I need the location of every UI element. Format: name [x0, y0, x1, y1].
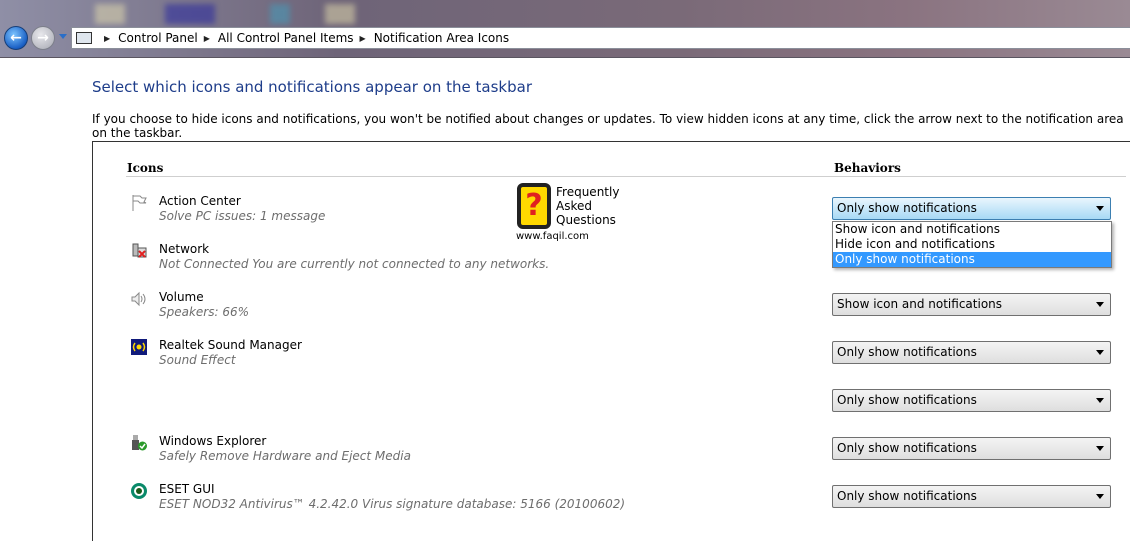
blurred-desktop [95, 4, 125, 24]
item-name: Windows Explorer [159, 434, 267, 448]
forward-button[interactable]: → [31, 26, 55, 50]
item-name: ESET GUI [159, 482, 215, 496]
watermark-text: Frequently Asked Questions [556, 185, 620, 227]
blurred-desktop [325, 4, 355, 24]
behavior-select-windows-explorer[interactable]: Only show notifications [832, 437, 1111, 460]
chevron-right-icon[interactable]: ▶ [204, 34, 210, 43]
arrow-left-icon: ← [10, 30, 22, 46]
header-divider [126, 176, 1126, 177]
breadcrumb-notification-icons[interactable]: Notification Area Icons [374, 31, 509, 45]
option-only-notifications[interactable]: Only show notifications [833, 252, 1111, 267]
watermark-url: www.faqil.com [516, 231, 589, 242]
item-description: ESET NOD32 Antivirus™ 4.2.42.0 Virus sig… [159, 497, 626, 511]
item-name: Action Center [159, 194, 241, 208]
breadcrumb-control-panel[interactable]: Control Panel [118, 31, 198, 45]
flag-icon [132, 195, 147, 211]
address-bar[interactable]: ▶ Control Panel ▶ All Control Panel Item… [71, 27, 1130, 49]
item-name: Network [159, 242, 210, 256]
faq-watermark-logo: ? Frequently Asked Questions www.faqil.c… [516, 183, 620, 243]
item-description: Safely Remove Hardware and Eject Media [159, 449, 411, 463]
usb-safe-remove-icon [132, 435, 147, 451]
computer-icon [76, 32, 92, 44]
blurred-desktop [270, 4, 290, 24]
item-name: Realtek Sound Manager [159, 338, 302, 352]
option-hide-icon[interactable]: Hide icon and notifications [833, 237, 1111, 252]
item-description: Speakers: 66% [159, 305, 250, 319]
page-title: Select which icons and notifications app… [92, 78, 532, 96]
breadcrumb-all-items[interactable]: All Control Panel Items [218, 31, 354, 45]
option-show-icon[interactable]: Show icon and notifications [833, 222, 1111, 237]
item-name: Volume [159, 290, 204, 304]
network-disconnected-icon [132, 243, 147, 258]
behavior-select-action-center[interactable]: Only show notifications [832, 197, 1111, 220]
realtek-icon [131, 339, 147, 355]
chevron-right-icon[interactable]: ▶ [360, 34, 366, 43]
eset-icon [131, 483, 147, 499]
behavior-select-realtek[interactable]: Only show notifications [832, 341, 1111, 364]
blurred-desktop [165, 4, 215, 24]
speaker-icon [131, 291, 146, 307]
item-description: Sound Effect [159, 353, 236, 367]
item-description: Not Connected You are currently not conn… [159, 257, 550, 271]
page-description: If you choose to hide icons and notifica… [92, 112, 1124, 140]
behavior-dropdown-list: Show icon and notifications Hide icon an… [832, 221, 1112, 268]
item-description: Solve PC issues: 1 message [159, 209, 326, 223]
behavior-select-eset[interactable]: Only show notifications [832, 485, 1111, 508]
behavior-select-volume[interactable]: Show icon and notifications [832, 293, 1111, 316]
window-titlebar: ← → ▶ Control Panel ▶ All Control Panel … [0, 0, 1130, 58]
chevron-right-icon[interactable]: ▶ [104, 34, 110, 43]
back-button[interactable]: ← [4, 26, 28, 50]
behavior-select-unnamed[interactable]: Only show notifications [832, 389, 1111, 412]
question-mark-icon: ? [517, 183, 551, 229]
behaviors-column-header: Behaviors [834, 161, 901, 175]
icons-column-header: Icons [127, 161, 164, 175]
recent-pages-dropdown[interactable] [59, 34, 67, 39]
arrow-right-icon: → [37, 30, 49, 46]
